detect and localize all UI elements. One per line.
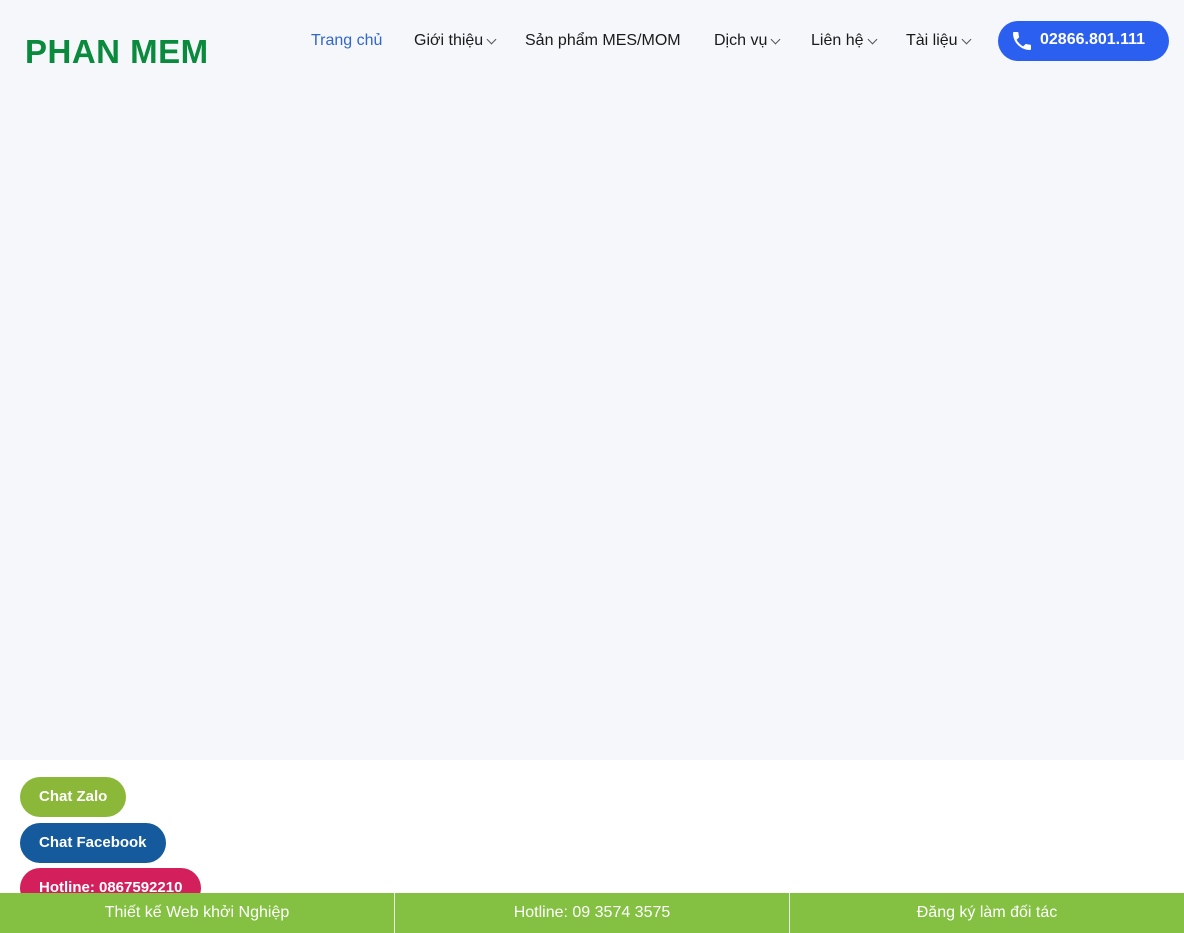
nav-item-documents[interactable]: Tài liệu (906, 28, 972, 54)
chat-facebook-button[interactable]: Chat Facebook (20, 823, 166, 863)
chevron-down-icon (770, 34, 781, 44)
nav-item-label: Liên hệ (811, 32, 864, 49)
phone-icon (1010, 29, 1034, 53)
nav-item-home[interactable]: Trang chủ (311, 28, 382, 54)
nav-item-products[interactable]: Sản phẩm MES/MOM (525, 28, 681, 54)
partner-signup-link[interactable]: Đăng ký làm đối tác (789, 893, 1184, 933)
nav-item-label: Giới thiệu (414, 32, 484, 49)
phone-call-button[interactable]: 02866.801.111 (998, 21, 1169, 61)
hero-banner (0, 0, 1184, 760)
nav-item-contact[interactable]: Liên hệ (811, 28, 877, 54)
nav-item-label: Trang chủ (311, 32, 383, 49)
startup-web-link[interactable]: Thiết kế Web khởi Nghiệp (0, 893, 394, 933)
bottom-cta-bar: Thiết kế Web khởi Nghiệp Hotline: 09 357… (0, 893, 1184, 933)
phone-number: 02866.801.111 (1040, 31, 1146, 48)
chevron-down-icon (486, 34, 497, 44)
nav-item-label: Dịch vụ (714, 32, 768, 49)
chat-zalo-button[interactable]: Chat Zalo (20, 777, 127, 817)
chevron-down-icon (867, 34, 877, 44)
nav-item-about[interactable]: Giới thiệu (414, 28, 497, 54)
nav-item-label: Tài liệu (906, 32, 958, 49)
bottom-hotline-link[interactable]: Hotline: 09 3574 3575 (394, 893, 789, 933)
chevron-down-icon (961, 34, 972, 44)
nav-item-services[interactable]: Dịch vụ (714, 28, 781, 54)
nav-item-label: Sản phẩm MES/MOM (525, 32, 681, 49)
